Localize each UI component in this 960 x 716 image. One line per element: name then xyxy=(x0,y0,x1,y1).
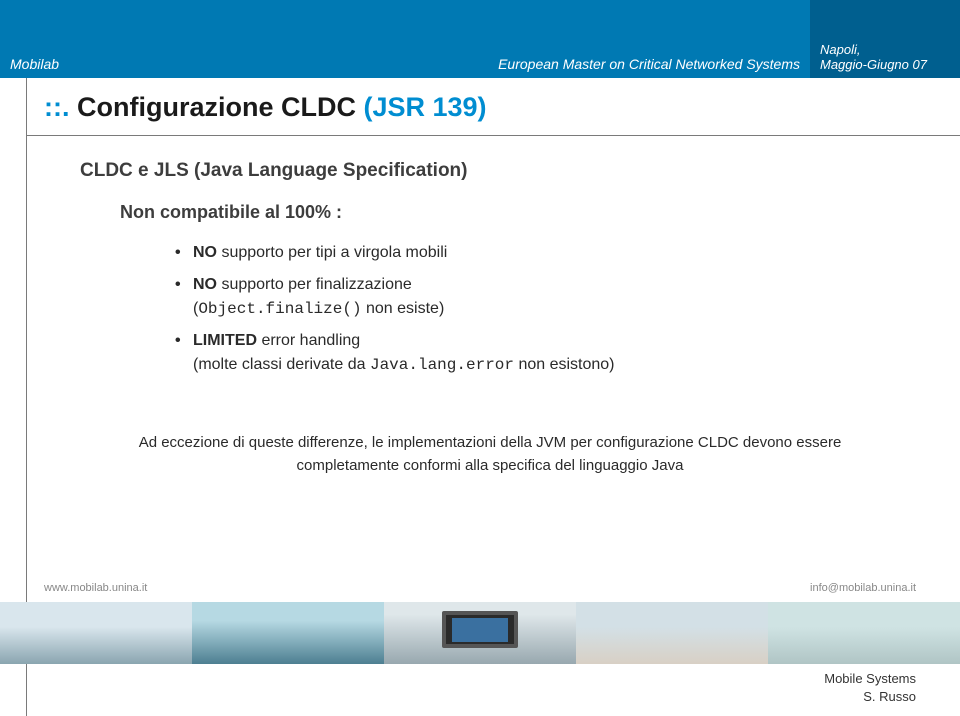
b3-sub-close: non esistono) xyxy=(514,356,615,373)
title-main: Configurazione CLDC xyxy=(69,92,363,122)
b3-bold: LIMITED xyxy=(193,332,257,349)
bullet-1: NO supporto per tipi a virgola mobili xyxy=(175,241,900,265)
b3-mono: Java.lang.error xyxy=(370,356,514,374)
header: Mobilab European Master on Critical Netw… xyxy=(0,0,960,78)
content-area: CLDC e JLS (Java Language Specification)… xyxy=(80,160,900,477)
footer-img-1 xyxy=(0,602,192,664)
footer-author: S. Russo xyxy=(824,688,916,706)
header-location: Napoli, Maggio-Giugno 07 xyxy=(810,0,960,78)
header-brand-text: Mobilab xyxy=(10,56,59,72)
bullet-list: NO supporto per tipi a virgola mobili NO… xyxy=(175,241,900,377)
footer-images xyxy=(0,602,960,664)
footer-img-2 xyxy=(192,602,384,664)
title-jsr: (JSR 139) xyxy=(363,92,486,122)
b2-sub-close: non esiste) xyxy=(362,300,445,317)
footer-links: www.mobilab.unina.it info@mobilab.unina.… xyxy=(44,582,916,594)
horizontal-divider xyxy=(26,135,960,136)
b2-mono: Object.finalize() xyxy=(198,300,361,318)
header-loc-line1: Napoli, xyxy=(820,42,954,57)
footer-bottom: Mobile Systems S. Russo xyxy=(824,670,916,706)
b2-rest: supporto per finalizzazione xyxy=(217,276,412,293)
footer-img-5 xyxy=(768,602,960,664)
title-row: ::. Configurazione CLDC (JSR 139) xyxy=(0,92,960,131)
subtitle: CLDC e JLS (Java Language Specification) xyxy=(80,160,900,182)
compat-heading: Non compatibile al 100% : xyxy=(120,202,900,223)
footer-img-4 xyxy=(576,602,768,664)
b1-rest: supporto per tipi a virgola mobili xyxy=(217,244,447,261)
header-brand: Mobilab xyxy=(0,0,450,78)
b2-bold: NO xyxy=(193,276,217,293)
bullet-2: NO supporto per finalizzazione (Object.f… xyxy=(175,273,900,321)
note-text: Ad eccezione di queste differenze, le im… xyxy=(80,432,900,477)
b3-rest: error handling xyxy=(257,332,360,349)
footer-url-left: www.mobilab.unina.it xyxy=(44,582,147,594)
header-course-text: European Master on Critical Networked Sy… xyxy=(498,56,800,72)
header-loc-line2: Maggio-Giugno 07 xyxy=(820,57,954,72)
footer-system: Mobile Systems xyxy=(824,670,916,688)
tablet-icon xyxy=(442,611,519,648)
footer-img-3 xyxy=(384,602,576,664)
page-title: ::. Configurazione CLDC (JSR 139) xyxy=(0,92,487,131)
b1-bold: NO xyxy=(193,244,217,261)
title-dots: ::. xyxy=(44,92,69,122)
b3-sub-open: (molte classi derivate da xyxy=(193,356,370,373)
header-course: European Master on Critical Networked Sy… xyxy=(450,0,810,78)
bullet-3: LIMITED error handling (molte classi der… xyxy=(175,329,900,377)
footer-email-right: info@mobilab.unina.it xyxy=(810,582,916,594)
